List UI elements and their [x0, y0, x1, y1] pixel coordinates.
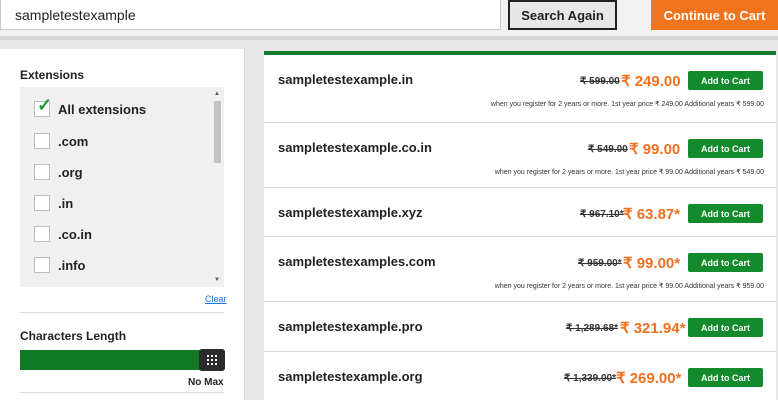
domain-name: sampletestexample.pro	[278, 319, 423, 334]
ext-item-org[interactable]: .org	[34, 162, 83, 182]
clear-link[interactable]: Clear	[205, 294, 227, 304]
top-bar: Search Again Continue to Cart	[0, 0, 778, 36]
continue-to-cart-button[interactable]: Continue to Cart	[651, 0, 778, 30]
length-slider-track[interactable]	[20, 350, 224, 370]
old-price: ₹ 967.10*	[580, 209, 624, 220]
domain-name: sampletestexample.in	[278, 72, 414, 87]
ext-item-info[interactable]: .info	[34, 255, 85, 275]
length-max-label: No Max	[188, 377, 224, 388]
checkbox-com[interactable]	[34, 133, 50, 149]
domain-name: sampletestexample.xyz	[278, 205, 423, 220]
price-note: when you register for 2 years or more. 1…	[494, 169, 764, 176]
old-price: ₹ 549.00	[588, 144, 628, 155]
checkbox-org[interactable]	[34, 164, 50, 180]
scroll-up-icon[interactable]: ▲	[214, 91, 220, 97]
domain-name: sampletestexamples.com	[278, 254, 436, 269]
ext-label: .com	[58, 133, 89, 149]
price-note: when you register for 2 years or more. 1…	[494, 283, 764, 290]
price-note: when you register for 2 years or more. 1…	[490, 101, 764, 108]
old-price: ₹ 959.00*	[578, 258, 622, 269]
checkbox-co-in[interactable]	[34, 226, 50, 242]
ext-item-co-in[interactable]: .co.in	[34, 224, 92, 244]
result-row: sampletestexample.co.in ₹ 549.00 ₹ 99.00…	[264, 123, 776, 188]
result-row: sampletestexample.org ₹ 1,339.00* ₹ 269.…	[264, 352, 776, 400]
new-price: ₹ 99.00	[629, 141, 681, 158]
add-to-cart-button[interactable]: Add to Cart	[688, 71, 763, 90]
new-price: ₹ 99.00*	[623, 255, 681, 272]
characters-length-title: Characters Length	[20, 329, 127, 343]
ext-label: .in	[58, 195, 74, 211]
ext-item-com[interactable]: .com	[34, 131, 88, 151]
search-input[interactable]	[0, 0, 501, 30]
new-price: ₹ 321.94*	[620, 320, 686, 337]
extensions-list[interactable]: ✓ All extensions .com .org .in .co.in .i…	[20, 87, 224, 287]
extensions-title: Extensions	[20, 68, 85, 82]
new-price: ₹ 269.00*	[616, 370, 682, 387]
ext-label: All extensions	[58, 101, 147, 117]
domain-name: sampletestexample.co.in	[278, 140, 432, 155]
search-again-button[interactable]: Search Again	[508, 0, 617, 30]
domain-name: sampletestexample.org	[278, 369, 423, 384]
new-price: ₹ 249.00	[621, 73, 681, 90]
ext-item-in[interactable]: .in	[34, 193, 73, 213]
add-to-cart-button[interactable]: Add to Cart	[688, 318, 763, 337]
result-row: sampletestexamples.com ₹ 959.00* ₹ 99.00…	[264, 237, 776, 302]
results-list: sampletestexample.in ₹ 599.00 ₹ 249.00 A…	[264, 51, 776, 400]
ext-label: .info	[58, 257, 86, 273]
old-price: ₹ 599.00	[580, 76, 620, 87]
panel-divider	[20, 392, 224, 393]
length-slider-handle[interactable]	[199, 349, 225, 371]
ext-item-all[interactable]: ✓ All extensions	[34, 96, 147, 119]
result-row: sampletestexample.in ₹ 599.00 ₹ 249.00 A…	[264, 55, 776, 123]
checkbox-all-extensions[interactable]: ✓	[34, 96, 52, 117]
checkbox-info[interactable]	[34, 257, 50, 273]
panel-divider	[20, 312, 224, 313]
add-to-cart-button[interactable]: Add to Cart	[688, 368, 763, 387]
grip-icon	[207, 355, 217, 365]
scroll-thumb[interactable]	[214, 101, 221, 163]
ext-label: .org	[58, 164, 83, 180]
result-row: sampletestexample.xyz ₹ 967.10* ₹ 63.87*…	[264, 188, 776, 237]
add-to-cart-button[interactable]: Add to Cart	[688, 253, 763, 272]
checkbox-in[interactable]	[34, 195, 50, 211]
check-icon: ✓	[37, 95, 53, 115]
new-price: ₹ 63.87*	[623, 206, 681, 223]
ext-label: .co.in	[58, 226, 92, 242]
old-price: ₹ 1,289.68*	[566, 323, 618, 334]
top-divider	[0, 36, 778, 40]
add-to-cart-button[interactable]: Add to Cart	[688, 204, 763, 223]
scroll-down-icon[interactable]: ▼	[214, 277, 220, 283]
extensions-scrollbar[interactable]: ▲ ▼	[213, 91, 223, 283]
old-price: ₹ 1,339.00*	[564, 373, 616, 384]
add-to-cart-button[interactable]: Add to Cart	[688, 139, 763, 158]
result-row: sampletestexample.pro ₹ 1,289.68* ₹ 321.…	[264, 302, 776, 352]
filter-panel: Extensions ✓ All extensions .com .org .i…	[0, 49, 245, 400]
